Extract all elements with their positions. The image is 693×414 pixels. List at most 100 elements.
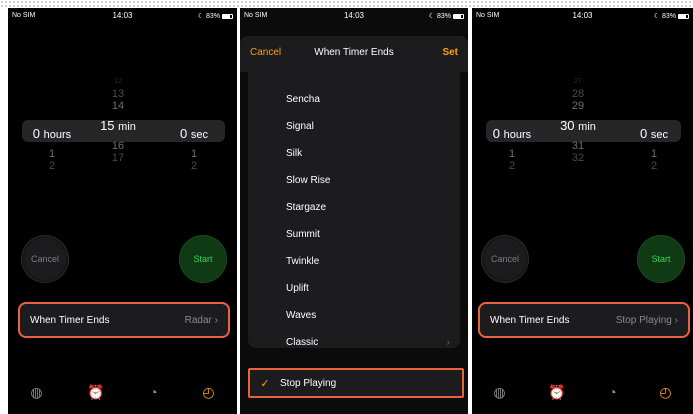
min-above-0: 12 (114, 78, 122, 85)
timer-icon: ◴ (202, 384, 215, 400)
battery-icon (678, 13, 689, 19)
tab-bar: ◍ ⏰ ◔ ◴ (8, 384, 237, 414)
when-timer-ends-label: When Timer Ends (30, 314, 110, 326)
min-below-2: 17 (111, 152, 125, 164)
sheet-set-button[interactable]: Set (442, 47, 458, 58)
sec-selected: 0 (640, 126, 648, 141)
tab-world-clock[interactable]: ◍ (30, 384, 42, 400)
min-label: min (118, 121, 136, 133)
min-above-1: 28 (571, 88, 585, 100)
globe-icon: ◍ (30, 384, 43, 400)
when-timer-ends-row[interactable]: When Timer Ends Stop Playing › (478, 302, 690, 338)
battery-icon (222, 13, 233, 19)
sec-below-2: 2 (650, 160, 658, 172)
min-selected: 30 (560, 118, 575, 133)
tab-stopwatch[interactable]: ◔ (608, 384, 616, 400)
dotted-border (0, 0, 693, 8)
hours-column[interactable]: 0 hours 1 2 (22, 96, 82, 172)
hours-selected: 0 (32, 126, 41, 141)
sec-selected: 0 (180, 126, 188, 141)
battery-percent: 83% (205, 12, 220, 20)
hours-below-2: 2 (48, 160, 56, 172)
hours-label: hours (503, 129, 532, 141)
sound-item[interactable]: Stargaze (248, 194, 460, 221)
sound-item[interactable]: Signal (248, 113, 460, 140)
sound-item[interactable]: Slow Rise (248, 167, 460, 194)
chevron-right-icon: › (214, 314, 218, 326)
status-bar: No SIM 14:03 ☾ 83% (8, 8, 237, 24)
tab-timer[interactable]: ◴ (202, 384, 214, 400)
stop-playing-option[interactable]: ✓ Stop Playing (248, 368, 464, 398)
battery-percent: 83% (661, 12, 676, 20)
hours-column[interactable]: 0 hours 1 2 (482, 96, 542, 172)
moon-icon: ☾ (428, 13, 435, 20)
seconds-column[interactable]: 0 sec 1 2 (164, 96, 224, 172)
when-timer-ends-value: Radar (184, 314, 212, 326)
chevron-right-icon: › (674, 314, 678, 326)
minutes-column[interactable]: 12 13 14 15 min 16 17 (88, 76, 148, 164)
timer-screen-right: No SIM 14:03 ☾ 83% 0 hours 1 2 27 28 29 3… (472, 8, 693, 414)
tab-bar: ◍ ⏰ ◔ ◴ (472, 384, 693, 414)
sound-item[interactable]: Sencha (248, 86, 460, 113)
minutes-column[interactable]: 27 28 29 30 min 31 32 (548, 76, 608, 164)
when-timer-ends-label: When Timer Ends (490, 314, 570, 326)
moon-icon: ☾ (197, 13, 204, 20)
when-timer-ends-row[interactable]: When Timer Ends Radar › (18, 302, 230, 338)
stopwatch-icon: ◔ (149, 384, 158, 400)
min-selected: 15 (100, 118, 115, 133)
seconds-column[interactable]: 0 sec 1 2 (624, 96, 684, 172)
checkmark-icon: ✓ (260, 377, 270, 390)
sound-item[interactable]: Twinkle (248, 248, 460, 275)
hours-below-1: 1 (508, 148, 516, 160)
start-button[interactable]: Start (180, 236, 226, 282)
moon-icon: ☾ (653, 13, 660, 20)
sound-item[interactable]: Waves (248, 302, 460, 329)
cancel-button[interactable]: Cancel (22, 236, 68, 282)
stopwatch-icon: ◔ (608, 384, 617, 400)
sec-below-1: 1 (650, 148, 658, 160)
sound-list: Sencha Signal Silk Slow Rise Stargaze Su… (248, 64, 460, 348)
duration-picker[interactable]: 0 hours 1 2 12 13 14 15 min 16 17 0 sec … (8, 72, 237, 182)
sound-item-classic[interactable]: Classic › (248, 329, 460, 348)
sec-below-1: 1 (190, 148, 198, 160)
battery-icon (453, 13, 464, 19)
sheet-title: When Timer Ends (314, 47, 394, 58)
min-label: min (578, 121, 596, 133)
when-timer-ends-value: Stop Playing (615, 314, 672, 326)
status-bar: No SIM 14:03 ☾ 83% (472, 8, 693, 24)
min-above-2: 29 (571, 100, 585, 112)
sec-below-2: 2 (190, 160, 198, 172)
timer-screen-left: No SIM 14:03 ☾ 83% 0 hours 1 2 12 13 14 1… (8, 8, 237, 414)
sec-label: sec (650, 129, 668, 141)
battery-percent: 83% (436, 12, 451, 20)
alarm-icon: ⏰ (87, 384, 105, 400)
min-above-0: 27 (574, 78, 582, 85)
sound-item[interactable]: Summit (248, 221, 460, 248)
sound-item[interactable]: Silk (248, 140, 460, 167)
min-below-1: 31 (571, 140, 585, 152)
start-button[interactable]: Start (638, 236, 684, 282)
sec-label: sec (190, 129, 208, 141)
classic-label: Classic (286, 337, 319, 348)
min-above-1: 13 (111, 88, 125, 100)
stop-playing-label: Stop Playing (280, 377, 337, 389)
tab-alarm[interactable]: ⏰ (548, 384, 565, 400)
chevron-right-icon: › (446, 337, 450, 348)
tab-alarm[interactable]: ⏰ (87, 384, 104, 400)
hours-below-1: 1 (48, 148, 56, 160)
sound-item[interactable]: Uplift (248, 275, 460, 302)
tab-stopwatch[interactable]: ◔ (149, 384, 157, 400)
hours-label: hours (43, 129, 72, 141)
cancel-button[interactable]: Cancel (482, 236, 528, 282)
sound-picker-screen: No SIM 14:03 ☾ 83% Cancel When Timer Ends… (240, 8, 468, 414)
min-below-2: 32 (571, 152, 585, 164)
hours-below-2: 2 (508, 160, 516, 172)
min-above-2: 14 (111, 100, 125, 112)
tab-world-clock[interactable]: ◍ (493, 384, 505, 400)
duration-picker[interactable]: 0 hours 1 2 27 28 29 30 min 31 32 0 sec … (472, 72, 693, 182)
globe-icon: ◍ (493, 384, 506, 400)
timer-icon: ◴ (659, 384, 672, 400)
hours-selected: 0 (492, 126, 501, 141)
tab-timer[interactable]: ◴ (659, 384, 671, 400)
alarm-icon: ⏰ (548, 384, 566, 400)
